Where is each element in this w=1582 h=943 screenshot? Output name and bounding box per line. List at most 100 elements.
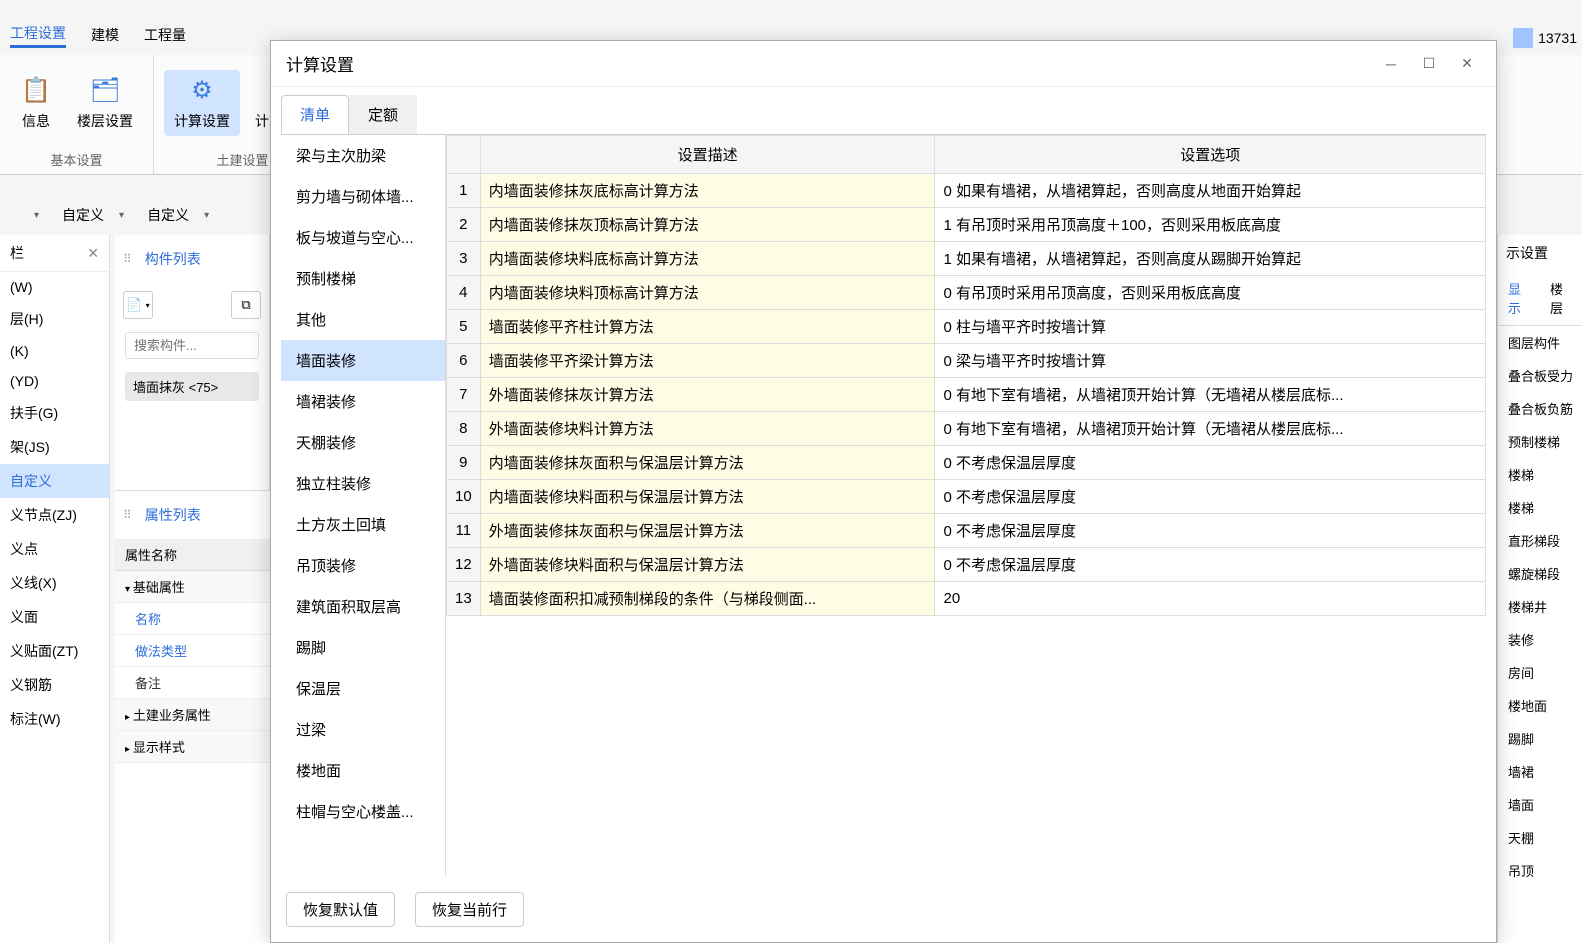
restore-defaults-button[interactable]: 恢复默认值: [286, 892, 395, 927]
tab-display[interactable]: 显示: [1498, 271, 1540, 325]
maximize-button[interactable]: ☐: [1415, 52, 1443, 76]
property-group-basic[interactable]: 基础属性: [115, 571, 270, 603]
layer-item[interactable]: 天棚: [1498, 821, 1582, 854]
layer-item[interactable]: 预制楼梯: [1498, 425, 1582, 458]
tree-item[interactable]: (YD): [0, 366, 109, 396]
property-group-display[interactable]: 显示样式: [115, 731, 270, 763]
tree-item[interactable]: (W): [0, 272, 109, 302]
setting-option[interactable]: 0 有地下室有墙裙，从墙裙顶开始计算（无墙裙从楼层底标...: [935, 412, 1486, 446]
search-input[interactable]: [125, 332, 259, 359]
table-row[interactable]: 11外墙面装修抹灰面积与保温层计算方法0 不考虑保温层厚度: [447, 514, 1486, 548]
setting-option[interactable]: 0 不考虑保温层厚度: [935, 480, 1486, 514]
tree-item[interactable]: 架(JS): [0, 430, 109, 464]
layer-item[interactable]: 叠合板负筋: [1498, 392, 1582, 425]
component-item[interactable]: 墙面抹灰 <75>: [125, 372, 259, 401]
layer-item[interactable]: 墙裙: [1498, 755, 1582, 788]
tab-floor[interactable]: 楼层: [1540, 271, 1582, 325]
table-row[interactable]: 8外墙面装修块料计算方法0 有地下室有墙裙，从墙裙顶开始计算（无墙裙从楼层底标.…: [447, 412, 1486, 446]
close-button[interactable]: ✕: [1453, 52, 1481, 76]
layer-item[interactable]: 楼梯: [1498, 491, 1582, 524]
tab-quota[interactable]: 定额: [349, 95, 417, 134]
tree-item[interactable]: 层(H): [0, 302, 109, 336]
layer-item[interactable]: 踢脚: [1498, 722, 1582, 755]
tab-modeling[interactable]: 建模: [91, 25, 119, 45]
category-item[interactable]: 过梁: [281, 709, 445, 750]
property-row[interactable]: 名称: [115, 603, 270, 635]
layer-item[interactable]: 墙面: [1498, 788, 1582, 821]
category-item[interactable]: 柱帽与空心楼盖...: [281, 791, 445, 832]
category-item[interactable]: 墙面装修: [281, 340, 445, 381]
tree-item[interactable]: 义面: [0, 600, 109, 634]
setting-option[interactable]: 0 柱与墙平齐时按墙计算: [935, 310, 1486, 344]
category-item[interactable]: 保温层: [281, 668, 445, 709]
tree-item[interactable]: (K): [0, 336, 109, 366]
property-row[interactable]: 备注: [115, 667, 270, 699]
table-row[interactable]: 5墙面装修平齐柱计算方法0 柱与墙平齐时按墙计算: [447, 310, 1486, 344]
setting-option[interactable]: 0 不考虑保温层厚度: [935, 548, 1486, 582]
table-row[interactable]: 4内墙面装修块料顶标高计算方法0 有吊顶时采用吊顶高度，否则采用板底高度: [447, 276, 1486, 310]
setting-option[interactable]: 0 不考虑保温层厚度: [935, 446, 1486, 480]
category-item[interactable]: 楼地面: [281, 750, 445, 791]
category-item[interactable]: 墙裙装修: [281, 381, 445, 422]
layer-item[interactable]: 吊顶: [1498, 854, 1582, 887]
setting-option[interactable]: 1 有吊顶时采用吊顶高度＋100，否则采用板底高度: [935, 208, 1486, 242]
dropdown-2[interactable]: 自定义: [53, 200, 133, 230]
layer-item[interactable]: 楼梯: [1498, 458, 1582, 491]
layer-item[interactable]: 楼梯井: [1498, 590, 1582, 623]
table-row[interactable]: 13墙面装修面积扣减预制梯段的条件（与梯段侧面...20: [447, 582, 1486, 616]
minimize-button[interactable]: ─: [1377, 52, 1405, 76]
layer-item[interactable]: 直形梯段: [1498, 524, 1582, 557]
tree-item[interactable]: 义点: [0, 532, 109, 566]
setting-option[interactable]: 20: [935, 582, 1486, 616]
tree-item[interactable]: 义贴面(ZT): [0, 634, 109, 668]
category-item[interactable]: 吊顶装修: [281, 545, 445, 586]
category-item[interactable]: 预制楼梯: [281, 258, 445, 299]
table-row[interactable]: 1内墙面装修抹灰底标高计算方法0 如果有墙裙，从墙裙算起，否则高度从地面开始算起: [447, 174, 1486, 208]
tree-item[interactable]: 标注(W): [0, 702, 109, 736]
tab-quantity[interactable]: 工程量: [144, 25, 186, 45]
table-row[interactable]: 9内墙面装修抹灰面积与保温层计算方法0 不考虑保温层厚度: [447, 446, 1486, 480]
setting-option[interactable]: 1 如果有墙裙，从墙裙算起，否则高度从踢脚开始算起: [935, 242, 1486, 276]
category-item[interactable]: 板与坡道与空心...: [281, 217, 445, 258]
table-row[interactable]: 2内墙面装修抹灰顶标高计算方法1 有吊顶时采用吊顶高度＋100，否则采用板底高度: [447, 208, 1486, 242]
restore-current-row-button[interactable]: 恢复当前行: [415, 892, 524, 927]
dropdown-3[interactable]: 自定义: [138, 200, 218, 230]
category-item[interactable]: 土方灰土回填: [281, 504, 445, 545]
table-row[interactable]: 3内墙面装修块料底标高计算方法1 如果有墙裙，从墙裙算起，否则高度从踢脚开始算起: [447, 242, 1486, 276]
close-icon[interactable]: ✕: [87, 245, 99, 262]
layer-item[interactable]: 图层构件: [1498, 326, 1582, 359]
calc-settings-button[interactable]: ⚙ 计算设置: [164, 70, 240, 136]
tab-list[interactable]: 清单: [281, 95, 349, 134]
setting-option[interactable]: 0 有地下室有墙裙，从墙裙顶开始计算（无墙裙从楼层底标...: [935, 378, 1486, 412]
tab-project-settings[interactable]: 工程设置: [10, 23, 66, 48]
copy-button[interactable]: ⧉: [231, 291, 261, 319]
table-row[interactable]: 12外墙面装修块料面积与保温层计算方法0 不考虑保温层厚度: [447, 548, 1486, 582]
property-row[interactable]: 做法类型: [115, 635, 270, 667]
info-button[interactable]: 📋 信息: [10, 70, 62, 136]
setting-option[interactable]: 0 梁与墙平齐时按墙计算: [935, 344, 1486, 378]
layer-item[interactable]: 楼地面: [1498, 689, 1582, 722]
category-item[interactable]: 独立柱装修: [281, 463, 445, 504]
tree-item[interactable]: 扶手(G): [0, 396, 109, 430]
category-item[interactable]: 踢脚: [281, 627, 445, 668]
category-item[interactable]: 剪力墙与砌体墙...: [281, 176, 445, 217]
table-row[interactable]: 10内墙面装修块料面积与保温层计算方法0 不考虑保温层厚度: [447, 480, 1486, 514]
category-item[interactable]: 其他: [281, 299, 445, 340]
new-component-button[interactable]: 📄: [123, 291, 153, 319]
category-item[interactable]: 梁与主次肋梁: [281, 135, 445, 176]
table-row[interactable]: 6墙面装修平齐梁计算方法0 梁与墙平齐时按墙计算: [447, 344, 1486, 378]
layer-item[interactable]: 螺旋梯段: [1498, 557, 1582, 590]
property-group-construction[interactable]: 土建业务属性: [115, 699, 270, 731]
property-list-tab[interactable]: 属性列表: [135, 499, 211, 531]
layer-item[interactable]: 装修: [1498, 623, 1582, 656]
tree-item[interactable]: 自定义: [0, 464, 109, 498]
category-item[interactable]: 建筑面积取层高: [281, 586, 445, 627]
component-list-tab[interactable]: 构件列表: [135, 243, 211, 275]
category-item[interactable]: 天棚装修: [281, 422, 445, 463]
layer-item[interactable]: 叠合板受力: [1498, 359, 1582, 392]
setting-option[interactable]: 0 有吊顶时采用吊顶高度，否则采用板底高度: [935, 276, 1486, 310]
user-info[interactable]: 13731: [1513, 28, 1577, 48]
layer-item[interactable]: 房间: [1498, 656, 1582, 689]
floor-settings-button[interactable]: 🗂 楼层设置: [67, 70, 143, 136]
tree-item[interactable]: 义节点(ZJ): [0, 498, 109, 532]
